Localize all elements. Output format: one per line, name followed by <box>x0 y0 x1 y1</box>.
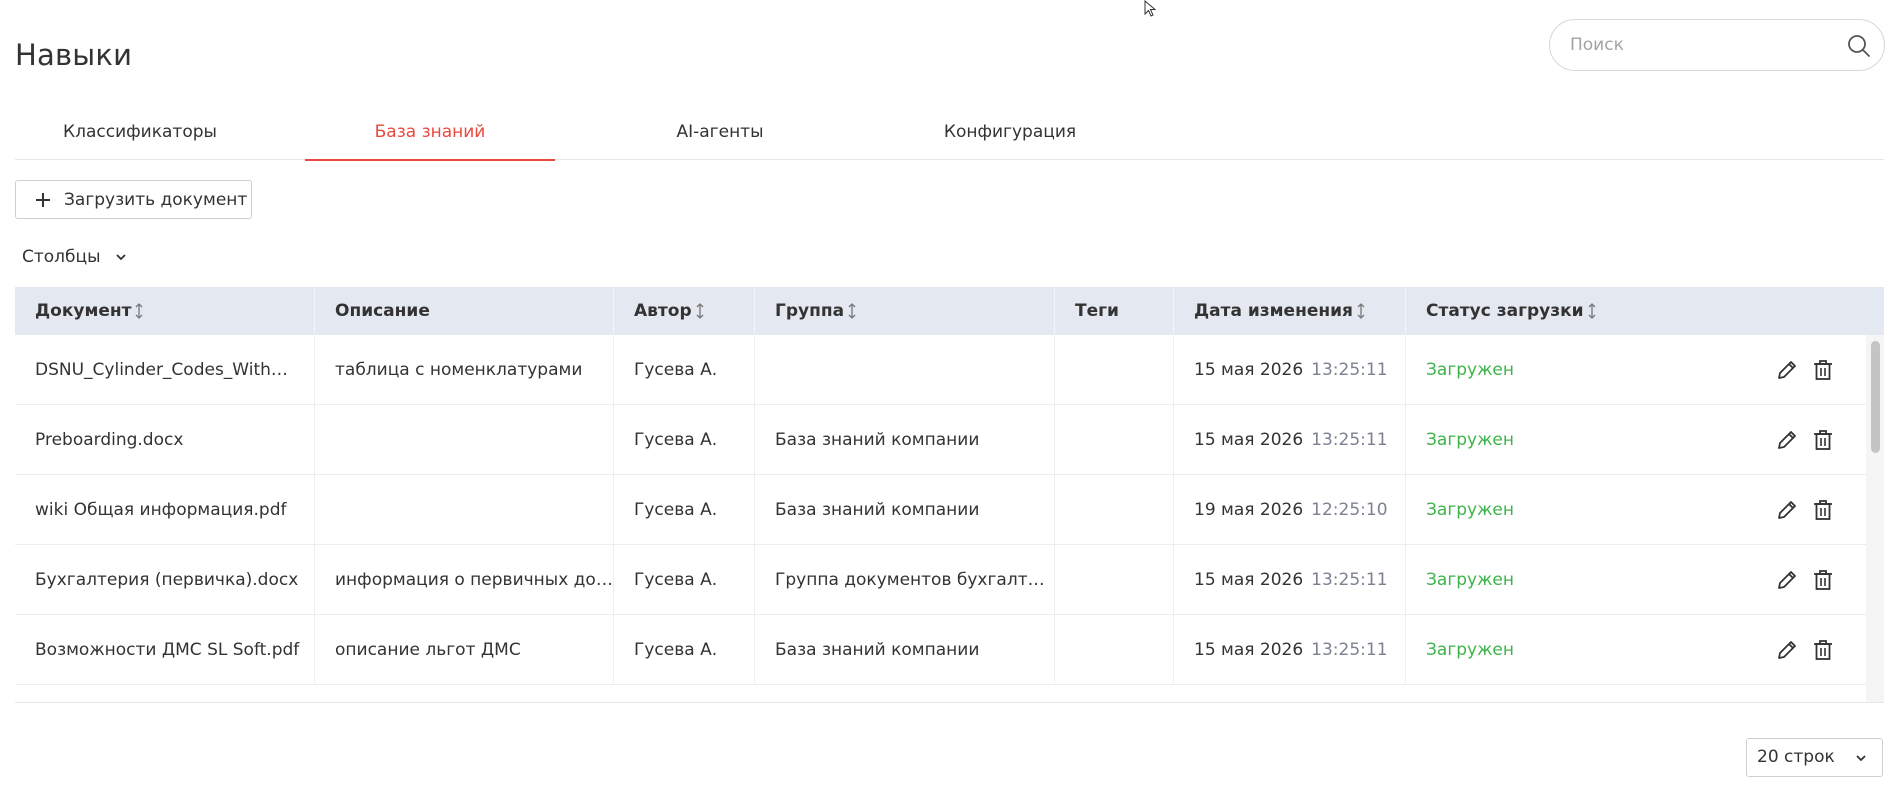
cell-description: информация о первичных до… <box>315 545 614 615</box>
search-input[interactable] <box>1570 32 1840 58</box>
cell-status: Загружен <box>1426 500 1514 520</box>
table-row[interactable]: DSNU_Cylinder_Codes_With… таблица с номен… <box>15 335 1866 405</box>
cell-document: DSNU_Cylinder_Codes_With… <box>15 335 315 405</box>
table-row[interactable]: Возможности ДМС SL Soft.pdf описание льго… <box>15 615 1866 685</box>
column-header-status[interactable]: Статус загрузки <box>1406 287 1884 335</box>
edit-icon[interactable] <box>1775 428 1799 452</box>
columns-toggle[interactable]: Столбцы <box>22 247 128 267</box>
cell-tags <box>1055 545 1174 615</box>
edit-icon[interactable] <box>1775 498 1799 522</box>
table-scrollbar[interactable] <box>1866 335 1884 702</box>
sort-icon[interactable] <box>134 303 144 319</box>
cell-date: 15 мая 2026 13:25:11 <box>1174 545 1406 615</box>
cell-author: Гусева А. <box>614 335 755 405</box>
cell-group <box>755 335 1055 405</box>
columns-label: Столбцы <box>22 247 101 267</box>
trash-icon[interactable] <box>1811 638 1835 662</box>
tab-ai-agents[interactable]: AI-агенты <box>595 112 845 160</box>
page-title: Навыки <box>15 38 133 72</box>
cell-tags <box>1055 335 1174 405</box>
column-header-modified[interactable]: Дата изменения <box>1174 287 1406 335</box>
cell-author: Гусева А. <box>614 405 755 475</box>
table-row[interactable]: Preboarding.docx Гусева А. База знаний ком… <box>15 405 1866 475</box>
sort-icon[interactable] <box>1356 303 1366 319</box>
cell-time-value: 12:25:10 <box>1311 500 1388 520</box>
cell-date-value: 15 мая 2026 <box>1194 640 1304 660</box>
cell-description <box>315 405 614 475</box>
cell-group: Группа документов бухгалте… <box>755 545 1055 615</box>
rows-per-page-label: 20 строк <box>1757 747 1835 767</box>
cell-description <box>315 475 614 545</box>
cell-date-value: 15 мая 2026 <box>1194 570 1304 590</box>
cell-tags <box>1055 405 1174 475</box>
column-header-group[interactable]: Группа <box>755 287 1055 335</box>
cell-date: 15 мая 2026 13:25:11 <box>1174 335 1406 405</box>
cell-group: База знаний компании <box>755 615 1055 685</box>
table-row[interactable]: wiki Общая информация.pdf Гусева А. База з… <box>15 475 1866 545</box>
table-header: Документ Описание Автор Группа Теги Дата… <box>15 287 1884 335</box>
cell-time-value: 13:25:11 <box>1311 640 1388 660</box>
tab-knowledge-base[interactable]: База знаний <box>305 112 555 161</box>
chevron-down-icon <box>116 254 126 261</box>
upload-document-label: Загрузить документ <box>64 189 248 210</box>
scrollbar-thumb[interactable] <box>1871 341 1880 453</box>
cell-group: База знаний компании <box>755 475 1055 545</box>
column-header-document[interactable]: Документ <box>15 287 315 335</box>
chevron-down-icon <box>1856 755 1866 762</box>
cell-tags <box>1055 475 1174 545</box>
cell-date: 15 мая 2026 13:25:11 <box>1174 405 1406 475</box>
cell-time-value: 13:25:11 <box>1311 570 1388 590</box>
cell-author: Гусева А. <box>614 475 755 545</box>
cell-time-value: 13:25:11 <box>1311 360 1388 380</box>
column-header-description: Описание <box>315 287 614 335</box>
cell-group: База знаний компании <box>755 405 1055 475</box>
documents-table: Документ Описание Автор Группа Теги Дата… <box>15 287 1884 703</box>
tab-bar: Классификаторы База знаний AI-агенты Кон… <box>15 112 1884 161</box>
search-box[interactable] <box>1549 19 1885 71</box>
cell-date-value: 15 мая 2026 <box>1194 360 1304 380</box>
edit-icon[interactable] <box>1775 638 1799 662</box>
cell-description: таблица с номенклатурами <box>315 335 614 405</box>
plus-icon <box>36 193 50 207</box>
cell-status: Загружен <box>1426 360 1514 380</box>
cell-document: Preboarding.docx <box>15 405 315 475</box>
cell-date-value: 19 мая 2026 <box>1194 500 1304 520</box>
tab-classifiers[interactable]: Классификаторы <box>15 112 265 160</box>
cell-date: 15 мая 2026 13:25:11 <box>1174 615 1406 685</box>
cell-author: Гусева А. <box>614 615 755 685</box>
cell-document: wiki Общая информация.pdf <box>15 475 315 545</box>
cell-description: описание льгот ДМС <box>315 615 614 685</box>
cell-document: Возможности ДМС SL Soft.pdf <box>15 615 315 685</box>
cell-status: Загружен <box>1426 640 1514 660</box>
cell-date: 19 мая 2026 12:25:10 <box>1174 475 1406 545</box>
cell-time-value: 13:25:11 <box>1311 430 1388 450</box>
mouse-cursor-icon <box>1144 0 1157 17</box>
rows-per-page-select[interactable]: 20 строк <box>1746 738 1883 777</box>
trash-icon[interactable] <box>1811 428 1835 452</box>
sort-icon[interactable] <box>847 303 857 319</box>
table-row[interactable]: Бухгалтерия (первичка).docx информация о … <box>15 545 1866 615</box>
sort-icon[interactable] <box>1587 303 1597 319</box>
edit-icon[interactable] <box>1775 568 1799 592</box>
cell-status: Загружен <box>1426 570 1514 590</box>
cell-status: Загружен <box>1426 430 1514 450</box>
trash-icon[interactable] <box>1811 498 1835 522</box>
cell-tags <box>1055 615 1174 685</box>
tab-configuration[interactable]: Конфигурация <box>885 112 1135 160</box>
trash-icon[interactable] <box>1811 568 1835 592</box>
upload-document-button[interactable]: Загрузить документ <box>15 180 252 219</box>
sort-icon[interactable] <box>695 303 705 319</box>
column-header-tags: Теги <box>1055 287 1174 335</box>
search-icon[interactable] <box>1846 33 1872 59</box>
trash-icon[interactable] <box>1811 358 1835 382</box>
column-header-author[interactable]: Автор <box>614 287 755 335</box>
cell-author: Гусева А. <box>614 545 755 615</box>
cell-date-value: 15 мая 2026 <box>1194 430 1304 450</box>
edit-icon[interactable] <box>1775 358 1799 382</box>
cell-document: Бухгалтерия (первичка).docx <box>15 545 315 615</box>
